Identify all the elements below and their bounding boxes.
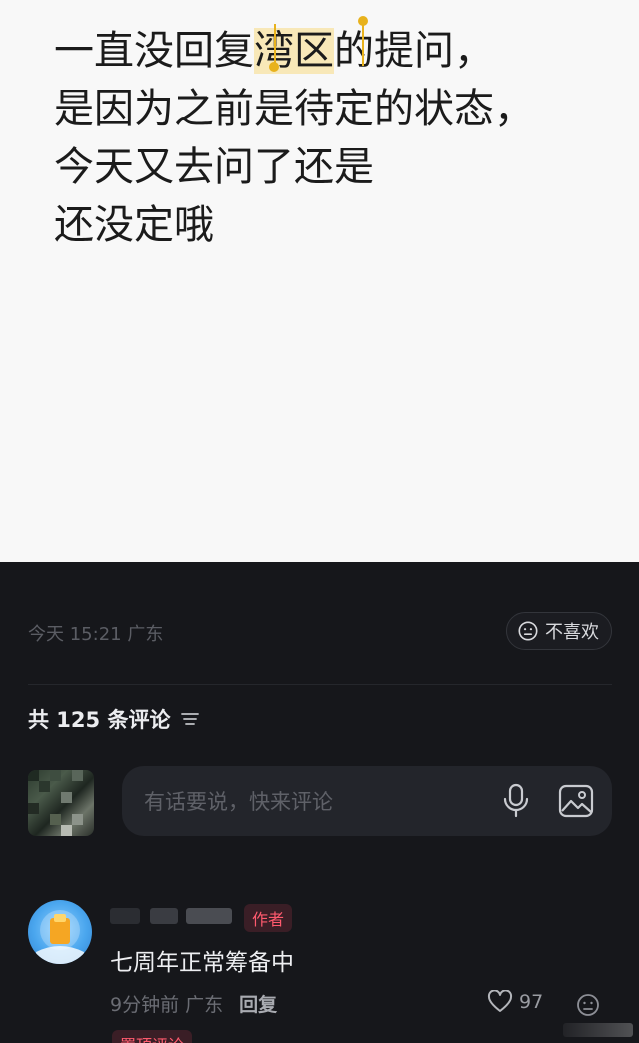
post-meta-row: 今天 15:21 广东 不喜欢 <box>28 612 612 656</box>
comments-count-label: 共 125 条评论 <box>28 708 171 732</box>
like-count: 97 <box>519 991 544 1013</box>
dislike-label: 不喜欢 <box>545 622 599 643</box>
divider <box>28 684 612 685</box>
comment-time: 9分钟前 广东 <box>110 994 224 1016</box>
comment-text[interactable]: 七周年正常筹备中 <box>110 943 294 977</box>
post-card: 一直没回复湾区的提问， 是因为之前是待定的状态， 今天又去问了还是 还没定哦 <box>0 0 639 562</box>
watermark <box>563 1023 633 1037</box>
post-line-1: 一直没回复湾区的提问， <box>54 22 614 80</box>
selected-text[interactable]: 湾区 <box>254 28 334 74</box>
username-redacted <box>150 908 178 924</box>
comment-input[interactable]: 有话要说，快来评论 <box>122 766 612 836</box>
selection-end-bar <box>362 24 364 66</box>
neutral-face-icon <box>518 621 538 641</box>
selection-start-handle[interactable] <box>269 62 279 72</box>
post-line-1-after: 的提问， <box>334 28 494 74</box>
image-icon[interactable] <box>558 784 594 818</box>
username-redacted <box>186 908 232 924</box>
sort-lines-icon[interactable] <box>180 710 200 728</box>
reply-button[interactable]: 回复 <box>239 990 277 1017</box>
post-line-1-before: 一直没回复 <box>54 28 254 74</box>
like-button[interactable]: 97 <box>487 990 543 1014</box>
avatar-illustration-icon <box>36 910 84 964</box>
post-line-3: 今天又去问了还是 <box>54 144 374 190</box>
selection-start-bar <box>274 24 276 66</box>
commenter-avatar[interactable] <box>28 900 92 964</box>
pinned-comment-tag: 置顶评论 <box>112 1030 193 1043</box>
comment-placeholder: 有话要说，快来评论 <box>144 790 333 814</box>
post-line-2: 是因为之前是待定的状态， <box>54 86 534 132</box>
username-redacted <box>110 908 140 924</box>
post-line-4: 还没定哦 <box>54 202 214 248</box>
comment-dislike-icon[interactable] <box>575 992 601 1018</box>
microphone-icon[interactable] <box>500 783 532 819</box>
author-badge: 作者 <box>244 904 293 932</box>
post-body: 一直没回复湾区的提问， 是因为之前是待定的状态， 今天又去问了还是 还没定哦 <box>54 22 614 254</box>
current-user-avatar[interactable] <box>28 770 94 836</box>
selection-end-handle[interactable] <box>358 16 368 26</box>
comment-meta: 9分钟前 广东 回复 <box>110 990 277 1017</box>
heart-icon <box>487 990 513 1012</box>
post-time-location: 今天 15:21 广东 <box>28 624 164 645</box>
comments-header[interactable]: 共 125 条评论 <box>28 704 200 734</box>
dislike-button[interactable]: 不喜欢 <box>506 612 612 650</box>
